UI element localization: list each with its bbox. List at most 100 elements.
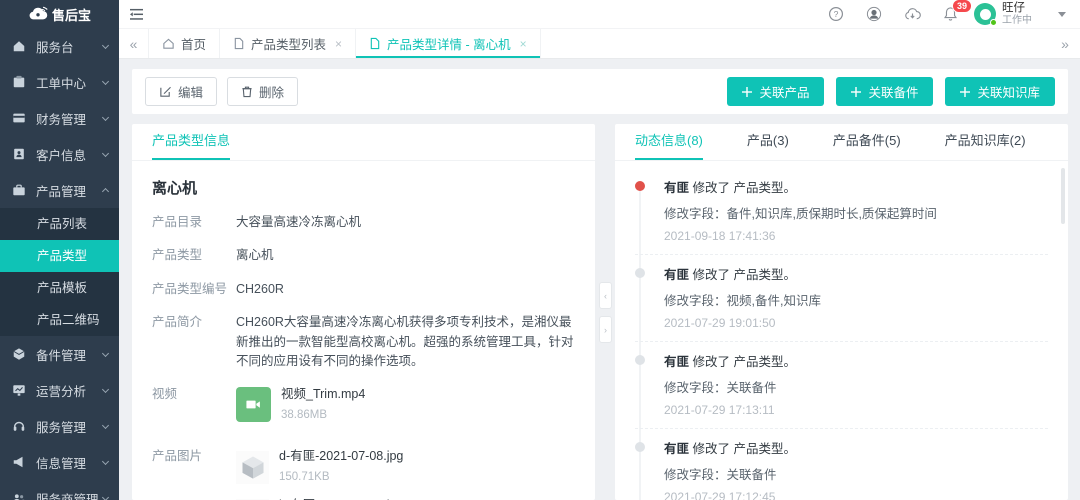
image-file-item[interactable]: b-有匪-2021-07-08.jpg 199.87KB bbox=[236, 496, 405, 500]
sidebar-item-service-mgmt[interactable]: 服务管理 bbox=[0, 408, 119, 444]
sidebar-item-finance[interactable]: 财务管理 bbox=[0, 100, 119, 136]
chevron-down-icon bbox=[102, 349, 109, 356]
chevron-down-icon bbox=[102, 113, 109, 120]
tab-spare-parts[interactable]: 产品备件(5) bbox=[833, 130, 901, 160]
notification-count-badge: 39 bbox=[952, 0, 972, 13]
user-menu-caret-icon[interactable] bbox=[1058, 12, 1066, 17]
collapse-left-panel-icon[interactable]: ‹ bbox=[599, 282, 612, 309]
delete-button[interactable]: 删除 bbox=[227, 77, 298, 106]
chevron-down-icon bbox=[102, 385, 109, 392]
detail-panels: 产品类型信息 离心机 产品目录 大容量高速冷冻离心机 产品类型 离心机 bbox=[132, 124, 1068, 500]
parts-box-icon bbox=[12, 347, 27, 362]
submenu-item-product-list[interactable]: 产品列表 bbox=[0, 208, 119, 240]
cloud-download-icon[interactable] bbox=[904, 7, 921, 22]
tabs-scroll-left-icon[interactable]: « bbox=[119, 29, 149, 58]
link-product-button[interactable]: 关联产品 bbox=[727, 77, 824, 106]
chevron-down-icon bbox=[102, 149, 109, 156]
activity-timeline: 有匪 修改了 产品类型。 修改字段：备件,知识库,质保期时长,质保起算时间 20… bbox=[635, 168, 1048, 500]
close-tab-icon[interactable]: × bbox=[335, 37, 342, 51]
edit-pencil-icon bbox=[159, 85, 172, 98]
right-panel-tabs: 动态信息(8) 产品(3) 产品备件(5) 产品知识库(2) bbox=[615, 124, 1068, 161]
plus-icon bbox=[851, 87, 861, 97]
timeline-entry: 有匪 修改了 产品类型。 修改字段：关联备件 2021-07-29 17:12:… bbox=[635, 429, 1048, 500]
image-file-item[interactable]: d-有匪-2021-07-08.jpg 150.71KB bbox=[236, 447, 405, 486]
plus-icon bbox=[960, 87, 970, 97]
user-status: 工作中 bbox=[1002, 15, 1032, 26]
sidebar-item-products[interactable]: 产品管理 bbox=[0, 172, 119, 208]
chevron-down-icon bbox=[102, 493, 109, 500]
tabs-scroll-right-icon[interactable]: » bbox=[1050, 29, 1080, 58]
panel-splitter: ‹ › bbox=[595, 124, 615, 500]
field-product-type-code: 产品类型编号 CH260R bbox=[152, 280, 575, 299]
sidebar-item-work-orders[interactable]: 工单中心 bbox=[0, 64, 119, 100]
link-knowledgebase-button[interactable]: 关联知识库 bbox=[945, 77, 1055, 106]
customer-book-icon bbox=[12, 147, 27, 162]
notification-bell-icon[interactable]: 39 bbox=[943, 6, 958, 22]
app-window: 售后宝 服务台 工单中心 财务管理 客户信息 bbox=[0, 0, 1080, 500]
svg-text:?: ? bbox=[834, 9, 839, 19]
tab-knowledgebase[interactable]: 产品知识库(2) bbox=[945, 130, 1026, 160]
product-type-info-body: 离心机 产品目录 大容量高速冷冻离心机 产品类型 离心机 产品类型编号 CH26… bbox=[132, 161, 595, 500]
field-video: 视频 视频_Trim.mp4 38.86MB bbox=[152, 385, 575, 433]
timeline-timestamp: 2021-09-18 17:41:36 bbox=[664, 229, 1048, 243]
collapse-menu-icon[interactable] bbox=[129, 8, 144, 21]
user-menu[interactable]: 旺仔 工作中 bbox=[974, 2, 1032, 26]
image-thumbnail bbox=[236, 451, 269, 484]
expand-right-panel-icon[interactable]: › bbox=[599, 316, 612, 343]
support-agent-icon[interactable] bbox=[866, 6, 882, 22]
sidebar-item-information[interactable]: 信息管理 bbox=[0, 444, 119, 480]
edit-button[interactable]: 编辑 bbox=[145, 77, 217, 106]
video-file-item[interactable]: 视频_Trim.mp4 38.86MB bbox=[236, 385, 365, 424]
link-sparepart-button[interactable]: 关联备件 bbox=[836, 77, 933, 106]
timeline-timestamp: 2021-07-29 17:13:11 bbox=[664, 403, 1048, 417]
tab-activity[interactable]: 动态信息(8) bbox=[635, 130, 703, 160]
chevron-down-icon bbox=[102, 457, 109, 464]
field-product-catalog: 产品目录 大容量高速冷冻离心机 bbox=[152, 213, 575, 232]
field-product-type: 产品类型 离心机 bbox=[152, 246, 575, 265]
timeline-timestamp: 2021-07-29 17:12:45 bbox=[664, 490, 1048, 500]
timeline-entry: 有匪 修改了 产品类型。 修改字段：视频,备件,知识库 2021-07-29 1… bbox=[635, 255, 1048, 342]
megaphone-icon bbox=[12, 455, 27, 470]
products-submenu: 产品列表 产品类型 产品模板 产品二维码 bbox=[0, 208, 119, 336]
monitor-chart-icon bbox=[12, 383, 27, 398]
app-logo: 售后宝 bbox=[0, 0, 119, 28]
video-thumbnail-icon bbox=[236, 387, 271, 422]
product-type-title: 离心机 bbox=[152, 177, 575, 198]
submenu-item-product-qrcode[interactable]: 产品二维码 bbox=[0, 304, 119, 336]
help-icon[interactable]: ? bbox=[828, 6, 844, 22]
left-panel-tabs: 产品类型信息 bbox=[132, 124, 595, 161]
people-icon bbox=[12, 491, 27, 500]
chevron-down-icon bbox=[102, 77, 109, 84]
cloud-wrench-logo-icon bbox=[28, 6, 48, 22]
sidebar-item-customers[interactable]: 客户信息 bbox=[0, 136, 119, 172]
tab-product-type-detail[interactable]: 产品类型详情 - 离心机 × bbox=[356, 29, 541, 58]
scrollbar-thumb[interactable] bbox=[1061, 168, 1065, 224]
document-icon bbox=[369, 37, 381, 50]
submenu-item-product-template[interactable]: 产品模板 bbox=[0, 272, 119, 304]
tab-product-type-list[interactable]: 产品类型列表 × bbox=[220, 29, 356, 58]
sidebar: 售后宝 服务台 工单中心 财务管理 客户信息 bbox=[0, 0, 119, 500]
chevron-up-icon bbox=[102, 188, 109, 195]
headset-icon bbox=[12, 419, 27, 434]
product-type-info-panel: 产品类型信息 离心机 产品目录 大容量高速冷冻离心机 产品类型 离心机 bbox=[132, 124, 595, 500]
close-tab-icon[interactable]: × bbox=[520, 37, 527, 51]
timeline-entry: 有匪 修改了 产品类型。 修改字段：关联备件 2021-07-29 17:13:… bbox=[635, 342, 1048, 429]
user-name: 旺仔 bbox=[1002, 2, 1032, 14]
timeline-dot bbox=[635, 442, 645, 452]
sidebar-item-providers[interactable]: 服务商管理 bbox=[0, 480, 119, 500]
tab-home[interactable]: 首页 bbox=[149, 29, 220, 58]
home-icon bbox=[162, 37, 175, 50]
page-content: 编辑 删除 关联产品 关联备件 关联知识库 bbox=[119, 59, 1080, 500]
clipboard-icon bbox=[12, 75, 27, 90]
document-icon bbox=[233, 37, 245, 50]
finance-card-icon bbox=[12, 111, 27, 126]
sidebar-item-spare-parts[interactable]: 备件管理 bbox=[0, 336, 119, 372]
online-status-dot bbox=[990, 19, 997, 26]
sidebar-item-service-desk[interactable]: 服务台 bbox=[0, 28, 119, 64]
page-tabs-bar: « 首页 产品类型列表 × 产品类型详情 - 离心机 × » bbox=[119, 28, 1080, 59]
tab-product-type-info[interactable]: 产品类型信息 bbox=[152, 130, 230, 160]
sidebar-item-analytics[interactable]: 运营分析 bbox=[0, 372, 119, 408]
submenu-item-product-type[interactable]: 产品类型 bbox=[0, 240, 119, 272]
tab-products[interactable]: 产品(3) bbox=[747, 130, 789, 160]
timeline-dot bbox=[635, 355, 645, 365]
